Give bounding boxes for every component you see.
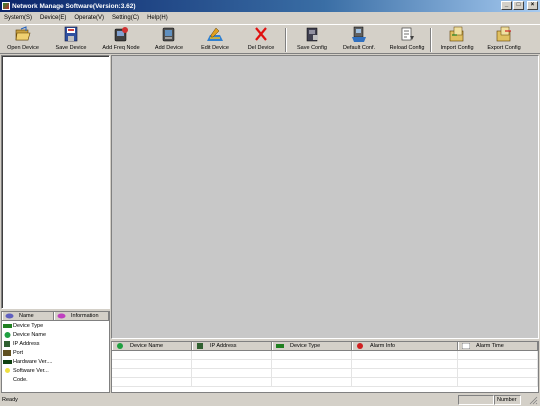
device-type-icon [3, 323, 12, 328]
edit-device-button[interactable]: Edit Device [198, 26, 232, 54]
info-row: IP Address [2, 339, 109, 348]
menu-bar: System(S) Device(E) Operate(V) Setting(C… [0, 12, 540, 23]
delete-x-icon [255, 27, 267, 41]
name-column-icon [5, 313, 14, 319]
column-alarm-info[interactable]: Alarm Info [352, 342, 458, 350]
menu-system[interactable]: System(S) [4, 15, 32, 21]
info-header: Name Information [2, 312, 109, 321]
menu-device[interactable]: Device(E) [40, 15, 66, 21]
column-device-type[interactable]: Device Type [272, 342, 352, 350]
export-config-button[interactable]: Export Config [484, 26, 524, 54]
device-alarm-list[interactable]: Device Name IP Address Device Type Alarm… [111, 341, 539, 393]
table-row [112, 369, 538, 378]
import-config-button[interactable]: Import Config [437, 26, 477, 54]
bulb-icon [5, 367, 10, 373]
export-config-icon [496, 26, 511, 42]
menu-operate[interactable]: Operate(V) [74, 15, 104, 21]
column-ip-address[interactable]: IP Address [192, 342, 272, 350]
window-controls: _ □ × [501, 1, 538, 10]
title-bar[interactable]: Network Manage Software(Version:3.62) _ … [0, 0, 540, 12]
alarm-time-column-icon [462, 343, 470, 349]
add-device-icon [162, 27, 175, 42]
info-row: Code. [13, 376, 28, 383]
add-freq-node-button[interactable]: Add Freq Node [100, 26, 142, 54]
status-bar: Ready Number [0, 394, 540, 406]
save-config-button[interactable]: Save Config [294, 26, 330, 54]
hardware-icon [3, 359, 12, 364]
device-type-column-icon [276, 344, 284, 348]
alarm-column-icon [357, 343, 363, 349]
info-row: Software Ver... [2, 366, 109, 375]
ip-address-icon [4, 340, 10, 347]
toolbar: Open Device Save Device Add Freq Node Ad… [0, 24, 540, 54]
add-node-icon [114, 27, 128, 42]
info-row: Hardware Ver.... [2, 357, 109, 366]
toolbar-separator [285, 28, 287, 52]
main-workspace[interactable] [111, 55, 539, 339]
toolbar-separator [430, 28, 432, 52]
add-device-button[interactable]: Add Device [152, 26, 186, 54]
close-button[interactable]: × [527, 1, 538, 10]
minimize-button[interactable]: _ [501, 1, 512, 10]
del-device-button[interactable]: Del Device [245, 26, 277, 54]
folder-open-icon [15, 26, 31, 41]
info-row: Device Name [2, 330, 109, 339]
resize-grip[interactable] [521, 395, 539, 405]
status-cell [458, 395, 494, 405]
default-conf-button[interactable]: Default Conf. [340, 26, 378, 54]
device-name-column-icon [117, 343, 123, 349]
window-title: Network Manage Software(Version:3.62) [12, 2, 136, 10]
reload-config-button[interactable]: Reload Config [388, 26, 426, 54]
info-row: Device Type [2, 321, 109, 330]
edit-device-icon [207, 27, 223, 41]
import-config-icon [449, 26, 464, 42]
list-header: Device Name IP Address Device Type Alarm… [112, 342, 538, 351]
column-device-name[interactable]: Device Name [112, 342, 192, 350]
information-column-icon [57, 313, 66, 319]
open-device-button[interactable]: Open Device [4, 26, 42, 54]
reload-config-icon [401, 27, 414, 41]
floppy-disk-icon [64, 26, 78, 42]
device-tree[interactable] [1, 55, 110, 309]
table-row [112, 351, 538, 360]
resize-grip-icon [529, 396, 538, 405]
number-indicator: Number [494, 395, 521, 405]
info-row: Port [2, 348, 109, 357]
maximize-button[interactable]: □ [513, 1, 524, 10]
port-icon [3, 349, 11, 356]
table-row [112, 378, 538, 387]
save-device-button[interactable]: Save Device [53, 26, 89, 54]
info-header-information[interactable]: Information [54, 312, 109, 320]
save-config-icon [306, 27, 318, 42]
column-alarm-time[interactable]: Alarm Time [458, 342, 538, 350]
device-name-icon [4, 331, 11, 338]
ip-column-icon [197, 343, 203, 349]
default-config-icon [352, 26, 366, 42]
menu-setting[interactable]: Setting(C) [112, 15, 139, 21]
app-icon [2, 2, 10, 10]
device-info-panel: Name Information Device Type Device Name… [1, 311, 110, 393]
menu-help[interactable]: Help(H) [147, 15, 168, 21]
table-row [112, 360, 538, 369]
info-header-name[interactable]: Name [2, 312, 54, 320]
